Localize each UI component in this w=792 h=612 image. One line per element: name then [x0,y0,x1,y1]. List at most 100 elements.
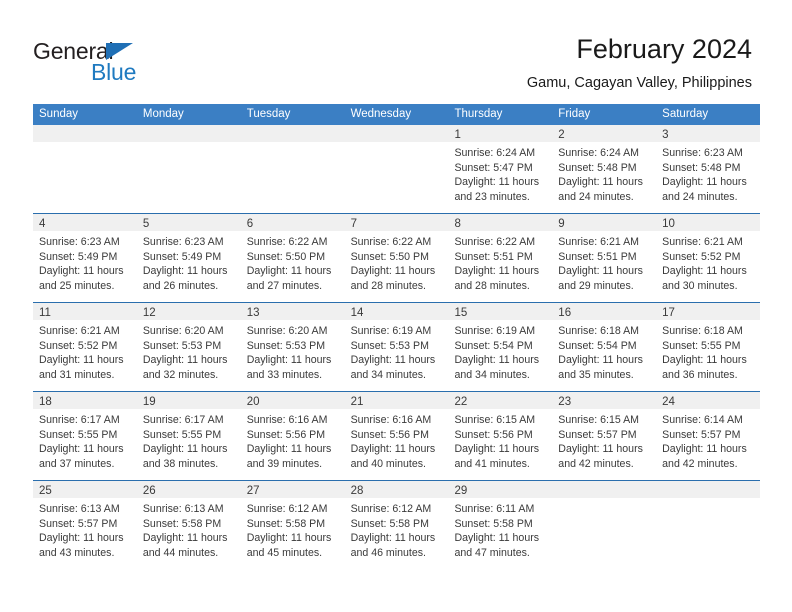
calendar-day-cell-empty [136,125,241,213]
day-detail-line: Daylight: 11 hours [558,443,643,456]
day-detail-line: Daylight: 11 hours [662,443,747,456]
day-number-band: 8 [448,214,553,231]
calendar-day-cell[interactable]: 4 Sunrise: 6:23 AM Sunset: 5:49 PM Daylight… [33,214,137,302]
day-detail-line: Sunrise: 6:12 AM [246,503,328,515]
weekday-header-monday: Monday [142,108,184,120]
calendar-day-cell[interactable]: 15 Sunrise: 6:19 AM Sunset: 5:54 PM Dayligh… [448,303,553,391]
day-number: 4 [39,218,46,230]
calendar-grid: Sunday Monday Tuesday Wednesday Thursday… [33,104,761,570]
day-number: 20 [246,396,260,408]
calendar-day-cell-empty [33,125,137,213]
day-detail-line: Daylight: 11 hours [246,443,332,456]
day-number-band: 22 [448,392,553,409]
calendar-day-cell[interactable]: 26 Sunrise: 6:13 AM Sunset: 5:58 PM Dayligh… [136,481,241,570]
calendar-day-cell[interactable]: 9 Sunrise: 6:21 AM Sunset: 5:51 PM Daylight… [552,214,657,302]
calendar-day-cell[interactable]: 7 Sunrise: 6:22 AM Sunset: 5:50 PM Daylight… [344,214,449,302]
day-number-band [656,481,761,498]
day-detail-line: and 27 minutes. [246,279,323,292]
calendar-day-cell[interactable]: 29 Sunrise: 6:11 AM Sunset: 5:58 PM Dayligh… [448,481,553,570]
weekday-header-row: Sunday Monday Tuesday Wednesday Thursday… [33,104,760,125]
day-detail-line: Sunrise: 6:21 AM [558,236,639,248]
calendar-day-cell[interactable]: 17 Sunrise: 6:18 AM Sunset: 5:55 PM Dayligh… [656,303,761,391]
day-detail-line: Daylight: 11 hours [662,354,747,367]
calendar-day-cell[interactable]: 28 Sunrise: 6:12 AM Sunset: 5:58 PM Dayligh… [344,481,449,570]
day-details: Sunrise: 6:18 AM Sunset: 5:54 PM Daylight:… [552,320,656,382]
day-number-band: 23 [552,392,657,409]
calendar-weeks: 1 Sunrise: 6:24 AM Sunset: 5:47 PM Daylight… [33,125,761,570]
weekday-header-thursday: Thursday [454,108,503,120]
calendar-day-cell[interactable]: 27 Sunrise: 6:12 AM Sunset: 5:58 PM Dayligh… [240,481,345,570]
day-detail-line: Sunrise: 6:20 AM [246,325,328,337]
day-detail-line: Sunset: 5:57 PM [662,428,741,441]
calendar-day-cell[interactable]: 19 Sunrise: 6:17 AM Sunset: 5:55 PM Dayligh… [136,392,241,480]
day-details: Sunrise: 6:19 AM Sunset: 5:53 PM Daylight:… [345,320,449,382]
day-detail-line: Daylight: 11 hours [39,354,124,367]
calendar-day-cell[interactable]: 25 Sunrise: 6:13 AM Sunset: 5:57 PM Dayligh… [33,481,137,570]
day-detail-line: Daylight: 11 hours [454,443,540,456]
day-detail-line: Sunrise: 6:19 AM [350,325,432,337]
day-detail-line: Daylight: 11 hours [662,176,747,189]
day-number: 23 [558,396,572,408]
day-detail-line: Sunset: 5:53 PM [350,339,429,352]
day-detail-line: and 34 minutes. [454,368,530,381]
calendar-day-cell[interactable]: 3 Sunrise: 6:23 AM Sunset: 5:48 PM Daylight… [656,125,761,213]
day-details: Sunrise: 6:12 AM Sunset: 5:58 PM Daylight:… [241,498,345,560]
calendar-day-cell[interactable]: 23 Sunrise: 6:15 AM Sunset: 5:57 PM Dayligh… [552,392,657,480]
calendar-day-cell-empty [552,481,657,570]
day-detail-line: and 47 minutes. [454,546,530,559]
day-detail-line: and 25 minutes. [39,279,115,292]
calendar-day-cell[interactable]: 18 Sunrise: 6:17 AM Sunset: 5:55 PM Dayligh… [33,392,137,480]
day-detail-line: Sunrise: 6:23 AM [39,236,120,248]
day-number: 13 [246,307,260,319]
day-detail-line: Sunrise: 6:23 AM [142,236,224,248]
day-detail-line: Sunset: 5:51 PM [558,250,637,263]
day-detail-line: Sunrise: 6:21 AM [662,236,743,248]
weekday-header-saturday: Saturday [662,108,709,120]
calendar-day-cell[interactable]: 12 Sunrise: 6:20 AM Sunset: 5:53 PM Dayligh… [136,303,241,391]
calendar-day-cell[interactable]: 21 Sunrise: 6:16 AM Sunset: 5:56 PM Dayligh… [344,392,449,480]
day-detail-line: Sunset: 5:58 PM [142,517,222,530]
day-detail-line: Sunset: 5:51 PM [454,250,533,263]
calendar-day-cell[interactable]: 20 Sunrise: 6:16 AM Sunset: 5:56 PM Dayligh… [240,392,345,480]
calendar-day-cell[interactable]: 6 Sunrise: 6:22 AM Sunset: 5:50 PM Daylight… [240,214,345,302]
calendar-day-cell[interactable]: 2 Sunrise: 6:24 AM Sunset: 5:48 PM Daylight… [552,125,657,213]
day-detail-line: Daylight: 11 hours [350,354,436,367]
day-number: 25 [39,485,52,497]
day-details [33,142,137,146]
calendar-day-cell[interactable]: 14 Sunrise: 6:19 AM Sunset: 5:53 PM Dayligh… [344,303,449,391]
day-detail-line: Daylight: 11 hours [454,176,540,189]
calendar-day-cell[interactable]: 11 Sunrise: 6:21 AM Sunset: 5:52 PM Dayligh… [33,303,137,391]
calendar-day-cell[interactable]: 1 Sunrise: 6:24 AM Sunset: 5:47 PM Daylight… [448,125,553,213]
calendar-day-cell[interactable]: 24 Sunrise: 6:14 AM Sunset: 5:57 PM Dayligh… [656,392,761,480]
general-blue-logo[interactable]: General Blue [33,38,213,86]
day-detail-line: Daylight: 11 hours [142,265,228,278]
day-detail-line: and 35 minutes. [558,368,634,381]
calendar-week-row: 4 Sunrise: 6:23 AM Sunset: 5:49 PM Daylight… [33,214,761,303]
day-detail-line: Sunset: 5:55 PM [142,428,222,441]
day-details: Sunrise: 6:21 AM Sunset: 5:52 PM Daylight:… [656,231,760,293]
day-number-band: 11 [33,303,137,320]
day-number-band [136,125,241,142]
day-detail-line: Daylight: 11 hours [39,265,124,278]
day-number: 2 [558,129,565,141]
day-detail-line: and 31 minutes. [39,368,115,381]
day-detail-line: and 46 minutes. [350,546,426,559]
calendar-day-cell[interactable]: 22 Sunrise: 6:15 AM Sunset: 5:56 PM Dayligh… [448,392,553,480]
day-detail-line: and 40 minutes. [350,457,426,470]
day-detail-line: Sunset: 5:50 PM [350,250,429,263]
calendar-day-cell[interactable]: 13 Sunrise: 6:20 AM Sunset: 5:53 PM Dayligh… [240,303,345,391]
day-detail-line: Sunrise: 6:22 AM [454,236,536,248]
day-detail-line: Sunset: 5:53 PM [246,339,326,352]
calendar-day-cell[interactable]: 16 Sunrise: 6:18 AM Sunset: 5:54 PM Dayligh… [552,303,657,391]
day-detail-line: Sunrise: 6:23 AM [662,147,743,159]
calendar-day-cell[interactable]: 8 Sunrise: 6:22 AM Sunset: 5:51 PM Daylight… [448,214,553,302]
day-details: Sunrise: 6:17 AM Sunset: 5:55 PM Daylight:… [137,409,241,471]
day-detail-line: Daylight: 11 hours [350,532,436,545]
day-number-band: 14 [344,303,449,320]
day-details [656,498,760,502]
day-detail-line: Sunset: 5:54 PM [558,339,637,352]
day-detail-line: Daylight: 11 hours [39,443,124,456]
calendar-day-cell[interactable]: 10 Sunrise: 6:21 AM Sunset: 5:52 PM Dayligh… [656,214,761,302]
calendar-day-cell[interactable]: 5 Sunrise: 6:23 AM Sunset: 5:49 PM Daylight… [136,214,241,302]
day-detail-line: Sunrise: 6:13 AM [142,503,224,515]
